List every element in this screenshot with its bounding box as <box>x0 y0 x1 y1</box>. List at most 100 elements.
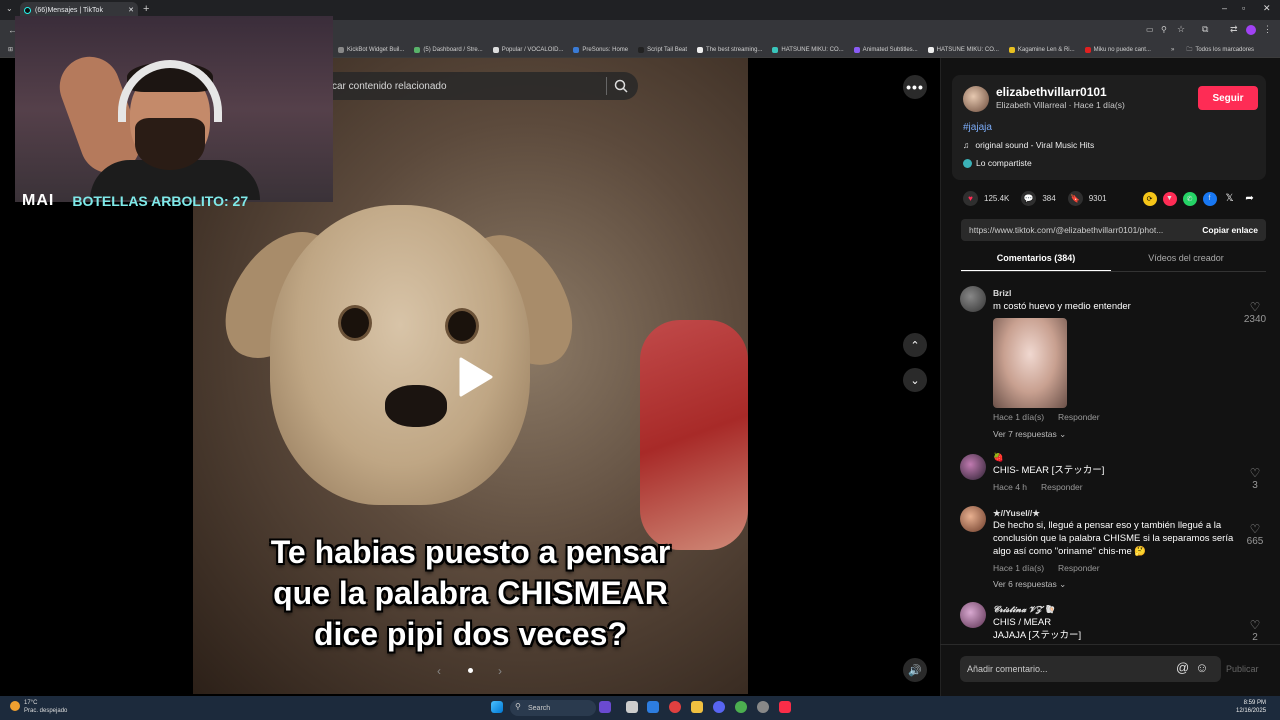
more-options-icon[interactable]: ••• <box>903 75 927 99</box>
comment-stat[interactable]: 💬 384 <box>1021 191 1056 206</box>
follow-button[interactable]: Seguir <box>1198 86 1258 110</box>
minimize-icon[interactable]: – <box>1222 3 1227 13</box>
temperature: 17°C <box>24 700 38 706</box>
comment-item: 𝓒𝓻𝓲𝓼𝓽𝓲𝓷𝓪 𝓥𝓩 🐚 CHIS / MEAR JAJAJA [ステッカー]… <box>960 602 1270 642</box>
sound-link[interactable]: ♫ original sound - Viral Music Hits <box>963 140 1094 150</box>
new-tab-button[interactable]: + <box>143 3 149 15</box>
commenter-name[interactable]: 𝓒𝓻𝓲𝓼𝓽𝓲𝓷𝓪 𝓥𝓩 🐚 <box>993 604 1055 615</box>
tab-comments[interactable]: Comentarios (384) <box>961 250 1111 272</box>
view-replies-button[interactable]: Ver 7 respuestas ⌄ <box>993 429 1066 440</box>
bookmark-item[interactable]: (5) Dashboard / Stre... <box>414 46 483 53</box>
taskbar-search[interactable]: Search <box>510 700 596 716</box>
x-icon[interactable]: 𝕏 <box>1223 192 1237 206</box>
profile-avatar[interactable] <box>1246 25 1256 35</box>
all-bookmarks-folder[interactable]: 🗀 Todos los marcadores <box>1186 45 1254 55</box>
reply-button[interactable]: Responder <box>1058 563 1100 573</box>
emoji-icon[interactable]: ☺ <box>1195 660 1208 675</box>
commenter-avatar[interactable] <box>960 602 986 628</box>
tab-creator-videos[interactable]: Vídeos del creador <box>1111 250 1261 272</box>
heart-outline-icon: ♡ <box>1249 466 1261 480</box>
play-icon[interactable] <box>455 357 495 397</box>
commenter-avatar[interactable] <box>960 286 986 312</box>
tab-list-icon[interactable]: ⌄ <box>6 4 13 13</box>
copy-link-button[interactable]: Copiar enlace <box>1202 225 1258 235</box>
mention-icon[interactable]: @ <box>1176 660 1189 675</box>
sidebar-icon[interactable]: ⇄ <box>1230 24 1238 35</box>
caption-line: que la palabra CHISMEAR <box>273 575 668 611</box>
author-username[interactable]: elizabethvillarr0101 <box>996 85 1107 99</box>
task-view-icon[interactable] <box>626 701 638 713</box>
browser-menu-icon[interactable]: ⋮ <box>1263 24 1272 35</box>
comment-like-button[interactable]: ♡ 2 <box>1240 618 1270 642</box>
tab-close-icon[interactable]: ✕ <box>128 6 134 14</box>
bookmark-item[interactable]: Popular / VOCALOID... <box>492 46 563 53</box>
opera-icon[interactable] <box>669 701 681 713</box>
share-arrow-icon[interactable]: ➦ <box>1243 192 1257 206</box>
bookmark-star-icon[interactable]: ☆ <box>1177 24 1185 35</box>
settings-icon[interactable] <box>757 701 769 713</box>
commenter-name[interactable]: ★//Yusel//★ <box>993 508 1040 519</box>
comment-meta: Hace 1 día(s) Responder <box>993 412 1100 422</box>
send-icon[interactable]: ▼ <box>1162 191 1177 206</box>
music-app-icon[interactable] <box>779 701 791 713</box>
share-avatar-icon <box>963 158 972 168</box>
next-photo-icon[interactable]: › <box>498 664 502 678</box>
taskbar-clock[interactable]: 8:59 PM 12/16/2025 <box>1236 699 1266 715</box>
reply-button[interactable]: Responder <box>1058 412 1100 422</box>
comment-icon: 💬 <box>1021 191 1037 206</box>
previous-video-icon[interactable]: ⌃ <box>903 333 927 357</box>
bookmark-item[interactable]: HATSUNE MIKU: CO... <box>927 46 999 53</box>
bookmark-item[interactable]: Script Tail Beat <box>638 46 687 53</box>
comment-like-button[interactable]: ♡ 665 <box>1240 522 1270 547</box>
like-count: 125.4K <box>984 194 1010 203</box>
facebook-icon[interactable]: f <box>1202 191 1217 206</box>
like-stat[interactable]: ♥ 125.4K <box>963 191 1009 206</box>
related-search-input[interactable]: car contenido relacionado <box>310 72 638 100</box>
video-frame-dog <box>270 205 530 505</box>
file-explorer-icon[interactable] <box>691 701 703 713</box>
chrome-icon[interactable] <box>735 701 747 713</box>
save-stat[interactable]: 🔖 9301 <box>1067 191 1107 206</box>
bookmark-item[interactable]: Animated Subtitles... <box>853 46 918 53</box>
weather-widget[interactable]: 17°C Prac. despejado <box>10 699 67 715</box>
commenter-name[interactable]: Brizl <box>993 288 1011 298</box>
comment-like-button[interactable]: ♡ 2340 <box>1240 300 1270 325</box>
next-video-icon[interactable]: ⌄ <box>903 368 927 392</box>
start-icon[interactable] <box>491 701 503 713</box>
apps-grid-icon[interactable]: ⊞ <box>8 46 14 53</box>
repost-icon[interactable]: ⟳ <box>1142 191 1157 206</box>
commenter-name[interactable]: 🍓 <box>993 452 1004 463</box>
commenter-avatar[interactable] <box>960 454 986 480</box>
cast-icon[interactable]: ▭ <box>1146 25 1154 34</box>
zoom-icon[interactable]: ⚲ <box>1161 25 1167 34</box>
bookmark-item[interactable]: HATSUNE MIKU: CO... <box>772 46 844 53</box>
bookmark-item[interactable]: Miku no puede cant... <box>1084 46 1151 53</box>
prev-photo-icon[interactable]: ‹ <box>437 664 441 678</box>
search-icon[interactable] <box>614 79 628 93</box>
bookmark-item[interactable]: Kagamine Len & Ri... <box>1008 46 1075 53</box>
comment-like-button[interactable]: ♡ 3 <box>1240 466 1270 491</box>
volume-icon[interactable]: 🔊 <box>903 658 927 682</box>
edge-icon[interactable] <box>647 701 659 713</box>
author-avatar[interactable] <box>963 86 989 112</box>
whatsapp-icon[interactable]: ✆ <box>1182 191 1197 206</box>
reply-button[interactable]: Responder <box>1041 482 1083 492</box>
bookmarks-overflow[interactable]: » <box>1171 47 1174 53</box>
bookmark-item[interactable]: PreSonus: Home <box>573 46 628 53</box>
bottle-counter: BOTELLAS ARBOLITO: 27 <box>72 193 249 209</box>
comment-time: Hace 1 día(s) <box>993 412 1045 422</box>
search-placeholder: car contenido relacionado <box>332 80 447 92</box>
discord-icon[interactable] <box>713 701 725 713</box>
publish-button[interactable]: Publicar <box>1226 664 1259 674</box>
bookmark-item[interactable]: The best streaming... <box>697 46 762 53</box>
view-replies-button[interactable]: Ver 6 respuestas ⌄ <box>993 579 1066 590</box>
extensions-icon[interactable]: ⧉ <box>1202 24 1208 35</box>
maximize-icon[interactable]: ▫ <box>1242 3 1245 13</box>
copilot-icon[interactable] <box>599 701 611 713</box>
hashtag-link[interactable]: #jajaja <box>963 122 992 133</box>
save-count: 9301 <box>1088 194 1107 203</box>
window-close-icon[interactable]: ✕ <box>1263 3 1271 14</box>
bookmark-favicon-icon <box>772 46 779 53</box>
bookmark-item[interactable]: KickBot Widget Buil... <box>338 46 404 53</box>
commenter-avatar[interactable] <box>960 506 986 532</box>
